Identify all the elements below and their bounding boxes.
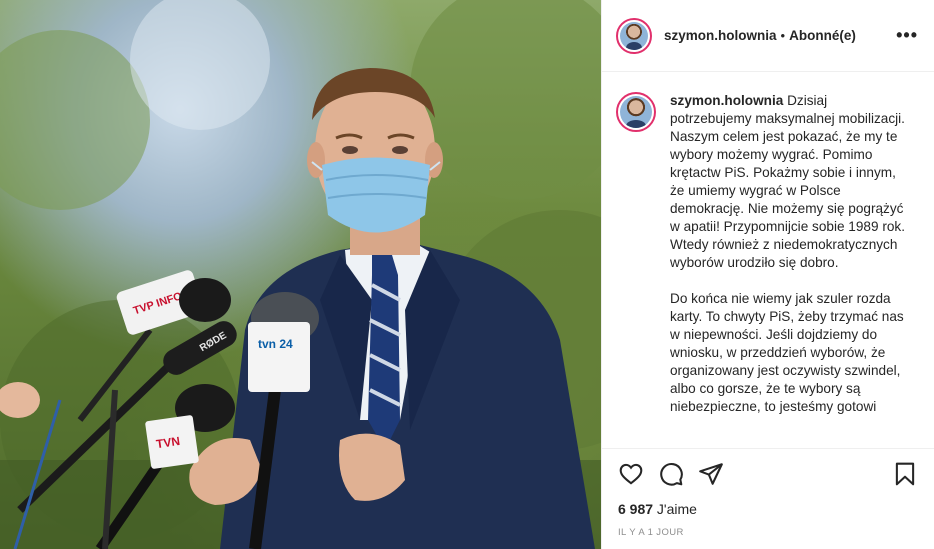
paper-plane-icon[interactable] [698,461,724,487]
post-sidebar: szymon.holownia • Abonné(e) ••• szymon.h… [601,0,934,549]
likes-label: J'aime [653,501,697,517]
comment-bubble-icon[interactable] [658,461,684,487]
post-timestamp[interactable]: IL Y A 1 JOUR [618,527,918,538]
caption-username[interactable]: szymon.holownia [670,93,783,108]
action-bar [618,459,918,489]
svg-text:tvn 24: tvn 24 [258,337,293,351]
post-header: szymon.holownia • Abonné(e) ••• [602,0,934,72]
caption-text: szymon.holownia Dzisiaj potrzebujemy mak… [670,92,906,416]
heart-icon[interactable] [618,461,644,487]
likes-number: 6 987 [618,501,654,517]
ellipsis-icon[interactable]: ••• [896,25,918,46]
post-actions-area: 6 987 J'aime IL Y A 1 JOUR [602,448,934,549]
author-avatar[interactable] [616,17,652,54]
photo-illustration: TVP INFO RØDE tvn 24 TVN [0,0,601,549]
post-caption: szymon.holownia Dzisiaj potrzebujemy mak… [616,92,918,416]
caption-body: Dzisiaj potrzebujemy maksymalnej mobiliz… [670,93,905,414]
likes-count[interactable]: 6 987 J'aime [618,501,918,517]
comments-area[interactable]: szymon.holownia Dzisiaj potrzebujemy mak… [602,73,934,448]
caption-avatar[interactable] [616,92,656,132]
bookmark-icon[interactable] [892,461,918,487]
author-username[interactable]: szymon.holownia [664,28,777,43]
header-separator: • [780,28,786,43]
post-photo[interactable]: TVP INFO RØDE tvn 24 TVN [0,0,601,549]
follow-status-button[interactable]: Abonné(e) [789,28,856,43]
